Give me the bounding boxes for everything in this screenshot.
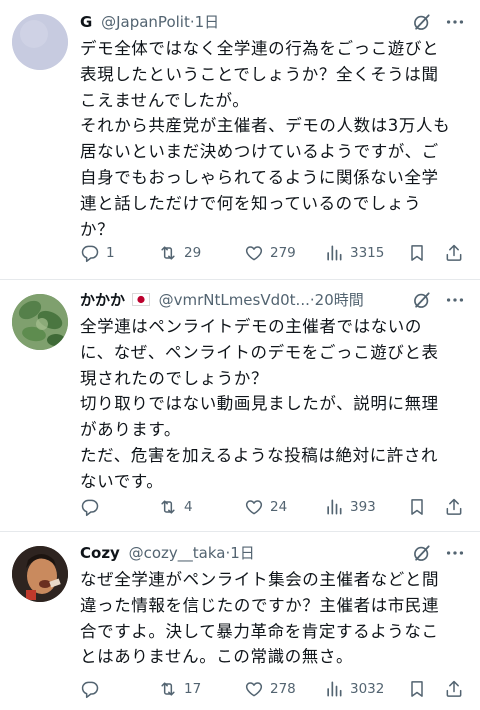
more-options-icon[interactable]: [444, 289, 466, 311]
reply-icon: [81, 499, 99, 517]
reply-feed: G @JapanPolit·1日 デモ全体ではなく全学連の行為をごっこ遊びと 表…: [0, 0, 480, 710]
repost-icon: [161, 682, 175, 696]
tweet-text-line: ただ、危害を加えるような投稿は絶対に許され: [80, 445, 439, 465]
views-count: 3032: [350, 681, 385, 697]
like-button[interactable]: 24: [244, 495, 287, 519]
reply-tweet[interactable]: Cozy @cozy__taka·1日 なぜ全学連がペンライト集会の主催者などと…: [0, 532, 480, 710]
views-count: 393: [350, 499, 376, 515]
action-bar: 17 278 3032: [80, 677, 466, 701]
repost-button[interactable]: 17: [158, 677, 201, 701]
tweet-text-line: か？: [80, 219, 115, 239]
tweet-text-line: とはありません。この常識の無さ。: [80, 647, 354, 667]
heart-icon: [245, 500, 263, 515]
tweet-text: デモ全体ではなく全学連の行為をごっこ遊びと 表現したということでしょうか？全くそ…: [80, 36, 466, 242]
repost-icon: [161, 246, 175, 260]
tweet-text-line: こえませんでしたが。: [80, 90, 250, 110]
tweet-header: G @JapanPolit·1日: [80, 10, 466, 34]
views-chart-icon: [327, 245, 342, 261]
like-button[interactable]: 279: [244, 241, 296, 265]
reply-icon: [81, 681, 99, 699]
timestamp[interactable]: 1日: [195, 13, 220, 31]
bookmark-icon: [411, 245, 423, 261]
display-name[interactable]: Cozy: [80, 544, 120, 562]
like-button[interactable]: 278: [244, 677, 296, 701]
display-name[interactable]: かかか: [80, 291, 125, 309]
repost-count: 17: [184, 681, 202, 697]
tweet-text-line: 切り取りではない動画見ましたが、説明に無理: [80, 394, 439, 414]
reply-tweet[interactable]: かかか @vmrNtLmesVd0t...·20時間 全学連はペンライトデモの主…: [0, 280, 480, 531]
views-count: 3315: [350, 245, 385, 261]
views-button[interactable]: 3032: [324, 677, 384, 701]
heart-icon: [245, 682, 263, 697]
tweet-header: Cozy @cozy__taka·1日: [80, 541, 466, 565]
timestamp[interactable]: 20時間: [315, 291, 364, 309]
repost-button[interactable]: 29: [158, 241, 201, 265]
tweet-text-line: 居ないといまだ決めつけているようですが、ご: [80, 142, 439, 162]
share-button[interactable]: [444, 495, 464, 519]
tweet-text-line: 合ですよ。決して暴力革命を肯定するようなこ: [80, 621, 439, 641]
more-options-icon[interactable]: [444, 542, 466, 564]
repost-count: 4: [184, 499, 193, 515]
like-count: 278: [270, 681, 296, 697]
tweet-text-line: なぜ全学連がペンライト集会の主催者などと間: [80, 570, 440, 589]
more-options-icon[interactable]: [444, 11, 466, 33]
tweet-text-line: に、なぜ、ペンライトのデモをごっこ遊びと表: [80, 342, 439, 362]
action-bar: 1 29 279 3315: [80, 241, 466, 265]
repost-count: 29: [184, 245, 202, 261]
repost-icon: [161, 500, 175, 514]
reply-tweet[interactable]: G @JapanPolit·1日 デモ全体ではなく全学連の行為をごっこ遊びと 表…: [0, 0, 480, 279]
grok-icon[interactable]: [412, 290, 432, 310]
user-handle[interactable]: @JapanPolit: [101, 13, 190, 31]
timestamp[interactable]: 1日: [230, 544, 255, 562]
tweet-text-line: 現されたのでしょうか？: [80, 368, 269, 388]
views-chart-icon: [327, 499, 342, 515]
repost-button[interactable]: 4: [158, 495, 193, 519]
tweet-text-line: があります。: [80, 420, 181, 440]
bookmark-button[interactable]: [407, 241, 427, 265]
action-bar: 4 24 393: [80, 495, 466, 519]
bookmark-icon: [411, 499, 423, 515]
tweet-text-line: 表現したということでしょうか？全くそうは聞: [80, 64, 439, 84]
reply-button[interactable]: 1: [80, 241, 115, 265]
share-icon: [446, 498, 462, 515]
avatar[interactable]: [12, 546, 68, 602]
like-count: 24: [270, 499, 288, 515]
views-button[interactable]: 3315: [324, 241, 384, 265]
tweet-text-line: ないです。: [80, 471, 164, 491]
share-button[interactable]: [444, 677, 464, 701]
japan-flag-icon: [131, 293, 150, 306]
avatar[interactable]: [12, 14, 68, 70]
reply-icon: [81, 245, 99, 263]
tweet-text-line: 自身でもおっしゃられてるように関係ない全学: [80, 167, 439, 187]
tweet-text-line: それから共産党が主催者、デモの人数は3万人も: [80, 116, 451, 136]
display-name[interactable]: G: [80, 13, 92, 31]
tweet-text: 全学連はペンライトデモの主催者ではないの に、なぜ、ペンライトのデモをごっこ遊び…: [80, 314, 466, 495]
reply-button[interactable]: [80, 495, 106, 519]
grok-icon[interactable]: [412, 543, 432, 563]
bookmark-button[interactable]: [407, 677, 427, 701]
heart-icon: [245, 246, 263, 261]
bookmark-button[interactable]: [407, 495, 427, 519]
avatar[interactable]: [12, 294, 68, 350]
tweet-text-line: デモ全体ではなく全学連の行為をごっこ遊びと: [80, 39, 440, 58]
tweet-header: かかか @vmrNtLmesVd0t...·20時間: [80, 288, 466, 312]
share-button[interactable]: [444, 241, 464, 265]
tweet-text-line: 違った情報を信じたのですか？主催者は市民連: [80, 595, 440, 615]
grok-icon[interactable]: [412, 12, 432, 32]
share-icon: [446, 244, 462, 261]
tweet-text-line: 全学連はペンライトデモの主催者ではないの: [80, 317, 422, 336]
user-handle[interactable]: @vmrNtLmesVd0t...: [159, 291, 310, 309]
tweet-text: なぜ全学連がペンライト集会の主催者などと間 違った情報を信じたのですか？主催者は…: [80, 567, 466, 670]
bookmark-icon: [411, 681, 423, 697]
views-chart-icon: [327, 681, 342, 697]
tweet-text-line: 連と話しただけで何を知っているのでしょう: [80, 193, 422, 213]
views-button[interactable]: 393: [324, 495, 376, 519]
like-count: 279: [270, 245, 296, 261]
reply-count: 1: [106, 245, 115, 261]
user-handle[interactable]: @cozy__taka: [129, 544, 226, 562]
share-icon: [446, 680, 462, 697]
reply-button[interactable]: [80, 677, 106, 701]
